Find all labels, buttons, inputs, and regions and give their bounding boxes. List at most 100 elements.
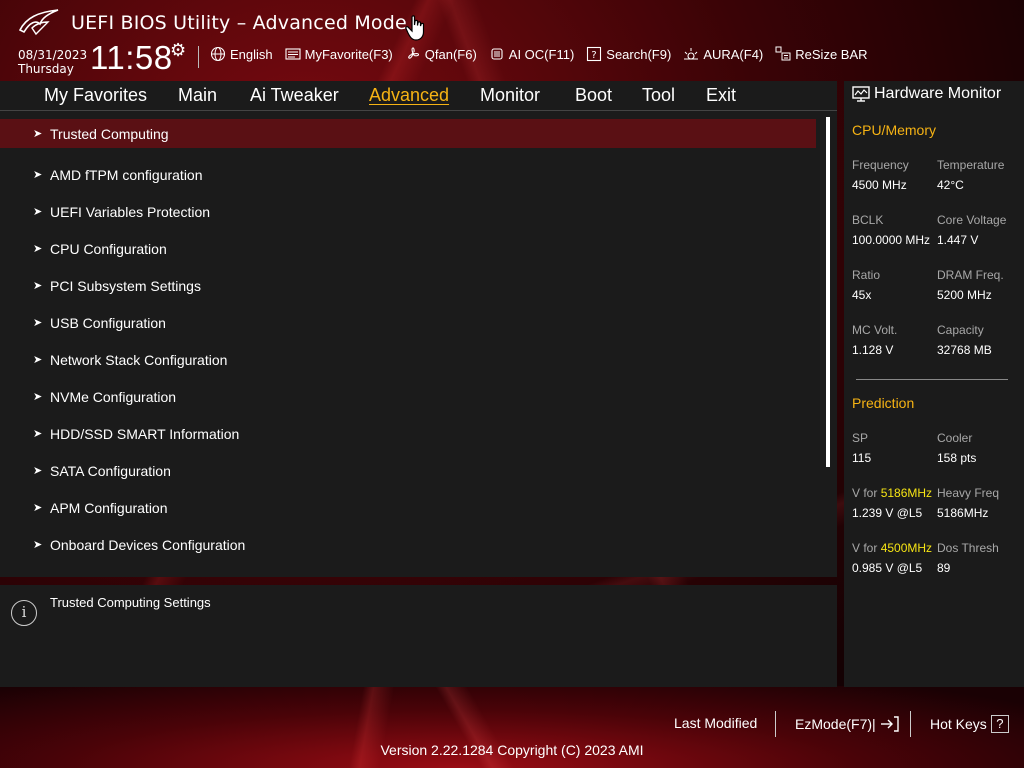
qfan-button[interactable]: Qfan(F6) [405, 46, 477, 62]
temperature-stat: Temperature 42°C [937, 158, 1004, 192]
menu-item-label: Network Stack Configuration [50, 351, 228, 368]
cpu-memory-heading: CPU/Memory [852, 122, 937, 138]
menu-item-pci-subsystem[interactable]: ➤ PCI Subsystem Settings [0, 267, 816, 304]
menu-item-label: USB Configuration [50, 314, 166, 331]
tab-main[interactable]: Main [178, 81, 217, 106]
stat-value: 1.447 V [937, 233, 979, 247]
stat-value: 45x [852, 288, 872, 302]
menu-item-nvme-configuration[interactable]: ➤ NVMe Configuration [0, 378, 816, 415]
tab-my-favorites[interactable]: My Favorites [44, 81, 147, 106]
arrow-right-icon: ➤ [33, 539, 43, 551]
language-button[interactable]: English [210, 46, 273, 62]
ai-oc-button[interactable]: AI OC(F11) [489, 46, 575, 62]
help-panel: i Trusted Computing Settings [0, 585, 837, 687]
search-button[interactable]: ? Search(F9) [586, 46, 671, 62]
resize-bar-icon [775, 46, 791, 61]
tab-advanced[interactable]: Advanced [369, 81, 449, 106]
svg-text:?: ? [592, 50, 597, 61]
ai-oc-label: AI OC(F11) [508, 46, 575, 62]
stat-label: SP [852, 431, 869, 445]
date-display: 08/31/2023 Thursday [18, 48, 87, 76]
menu-item-trusted-computing[interactable]: ➤ Trusted Computing [0, 119, 816, 148]
menu-item-network-stack[interactable]: ➤ Network Stack Configuration [0, 341, 816, 378]
search-label: Search(F9) [606, 46, 672, 62]
hand-cursor-icon [405, 15, 425, 41]
stat-value: 1.128 V [852, 343, 894, 357]
stat-label: Capacity [937, 323, 984, 337]
menu-item-hdd-ssd-smart[interactable]: ➤ HDD/SSD SMART Information [0, 415, 816, 452]
stat-value: 158 pts [937, 451, 977, 465]
toolbar: English MyFavorite(F3) Qfan(F6) AI OC(F1… [210, 46, 868, 62]
menu-item-label: NVMe Configuration [50, 388, 177, 405]
stat-value: 32768 MB [937, 343, 992, 357]
menu-item-uefi-variables[interactable]: ➤ UEFI Variables Protection [0, 193, 816, 230]
help-key-icon: ? [990, 715, 1009, 733]
mc-volt-stat: MC Volt. 1.128 V [852, 323, 897, 357]
myfavorite-button[interactable]: MyFavorite(F3) [285, 46, 393, 62]
heavy-freq-stat: Heavy Freq 5186MHz [937, 486, 999, 520]
language-label: English [230, 46, 273, 62]
advanced-menu-list: ➤ Trusted Computing ➤ AMD fTPM configurati… [0, 119, 816, 563]
stat-label: Frequency [852, 158, 909, 172]
stat-value: 100.0000 MHz [852, 233, 931, 247]
footer-divider [910, 711, 911, 737]
arrow-right-icon: ➤ [33, 428, 43, 440]
menu-item-amd-ftpm[interactable]: ➤ AMD fTPM configuration [0, 156, 816, 193]
cooler-stat: Cooler 158 pts [937, 431, 976, 465]
menu-item-label: SATA Configuration [50, 462, 171, 479]
help-text: Trusted Computing Settings [50, 595, 211, 610]
monitor-icon [852, 86, 870, 102]
menu-item-usb-configuration[interactable]: ➤ USB Configuration [0, 304, 816, 341]
last-modified-button[interactable]: Last Modified [674, 715, 757, 731]
hot-keys-label: Hot Keys [930, 716, 987, 732]
stat-value: 5200 MHz [937, 288, 992, 302]
tab-boot[interactable]: Boot [575, 81, 612, 106]
stat-label: Dos Thresh [937, 541, 999, 555]
v-for-text: V for [852, 541, 878, 555]
stat-label: V for 4500MHz [852, 541, 932, 561]
arrow-right-icon: ➤ [33, 169, 43, 181]
qfan-label: Qfan(F6) [424, 46, 477, 62]
sp-stat: SP 115 [852, 431, 871, 465]
clock: 11:58 [90, 39, 173, 76]
resize-bar-button[interactable]: ReSize BAR [775, 46, 868, 62]
stat-value: 4500 MHz [852, 178, 907, 192]
v-for-2-stat: V for 4500MHz 0.985 V @L5 [852, 541, 932, 575]
menu-item-cpu-configuration[interactable]: ➤ CPU Configuration [0, 230, 816, 267]
arrow-right-icon: ➤ [33, 465, 43, 477]
ezmode-button[interactable]: EzMode(F7)| [795, 715, 900, 733]
menu-item-sata-configuration[interactable]: ➤ SATA Configuration [0, 452, 816, 489]
arrow-right-icon: ➤ [33, 280, 43, 292]
prediction-heading: Prediction [852, 395, 915, 411]
gear-icon[interactable]: ⚙ [170, 42, 186, 60]
tab-exit[interactable]: Exit [706, 81, 736, 106]
tab-ai-tweaker[interactable]: Ai Tweaker [250, 81, 339, 106]
menu-item-apm-configuration[interactable]: ➤ APM Configuration [0, 489, 816, 526]
stat-label: Cooler [937, 431, 973, 445]
stat-label: Ratio [852, 268, 881, 282]
stat-label: BCLK [852, 213, 884, 227]
menu-item-label: APM Configuration [50, 499, 168, 516]
fan-icon [407, 47, 419, 59]
menu-item-onboard-devices[interactable]: ➤ Onboard Devices Configuration [0, 526, 816, 563]
section-divider [856, 379, 1008, 380]
day-value: Thursday [18, 62, 74, 76]
ezmode-label: EzMode(F7)| [795, 716, 876, 732]
tab-monitor[interactable]: Monitor [480, 81, 540, 106]
hot-keys-button[interactable]: Hot Keys ? [930, 715, 1009, 733]
main-panel: My Favorites Main Ai Tweaker Advanced Mo… [0, 81, 837, 577]
v-for-freq: 4500MHz [880, 541, 933, 555]
app-title: UEFI BIOS Utility – Advanced Mode [71, 12, 407, 34]
myfavorite-label: MyFavorite(F3) [304, 46, 393, 62]
aura-button[interactable]: AURA(F4) [683, 46, 763, 62]
ratio-stat: Ratio 45x [852, 268, 880, 302]
v-for-1-stat: V for 5186MHz 1.239 V @L5 [852, 486, 932, 520]
tab-tool[interactable]: Tool [642, 81, 675, 106]
scrollbar[interactable] [826, 117, 830, 467]
menu-item-label: AMD fTPM configuration [50, 166, 203, 183]
resize-bar-label: ReSize BAR [795, 46, 868, 62]
stat-value: 1.239 V @L5 [852, 506, 923, 520]
stat-label: Temperature [937, 158, 1005, 172]
stat-label: Core Voltage [937, 213, 1007, 227]
tab-bar: My Favorites Main Ai Tweaker Advanced Mo… [0, 81, 837, 111]
